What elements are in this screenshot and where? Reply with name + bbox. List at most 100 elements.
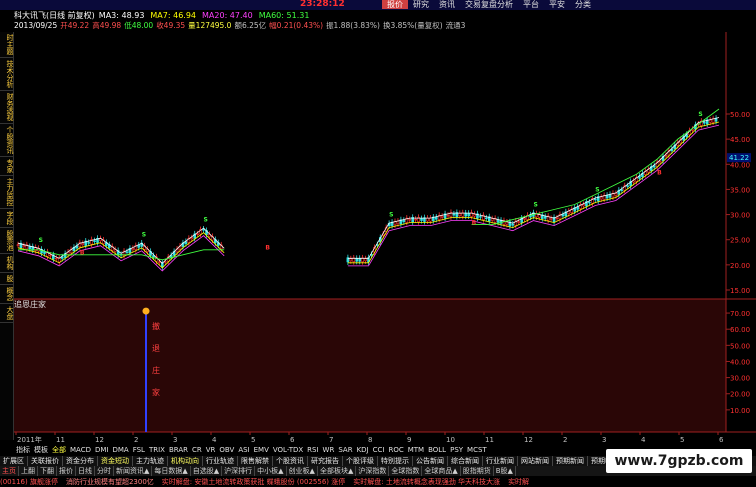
indicator-tab-4[interactable]: DMI bbox=[93, 446, 111, 455]
left-tab-11[interactable]: 大盘 bbox=[0, 304, 14, 323]
left-tab-5[interactable]: 主力监控 bbox=[0, 176, 14, 209]
nav-tab-6[interactable]: 新闻资讯▲ bbox=[114, 466, 153, 476]
left-tab-6[interactable]: 字段 bbox=[0, 209, 14, 228]
news-item-4[interactable]: 实时解 bbox=[508, 478, 529, 486]
indicator-tab-5[interactable]: DMA bbox=[110, 446, 130, 455]
lower-tick-label: 70.00 bbox=[730, 310, 750, 318]
nav-tab-3[interactable]: 报价 bbox=[57, 466, 76, 476]
nav-tab-15[interactable]: 全球商品▲ bbox=[422, 466, 461, 476]
nav-tab-8[interactable]: 自选股▲ bbox=[191, 466, 223, 476]
nav-tab-16[interactable]: 股指期货 bbox=[461, 466, 494, 476]
menu-item-6[interactable]: 分类 bbox=[570, 0, 596, 9]
ohlc-item-2: 高49.98 bbox=[92, 21, 122, 30]
func-item-5[interactable]: 机构动向 bbox=[168, 456, 203, 466]
indicator-tab-10[interactable]: VR bbox=[204, 446, 218, 455]
left-tab-2[interactable]: 财务透视 bbox=[0, 91, 14, 124]
nav-tab-9[interactable]: 沪深排行 bbox=[222, 466, 256, 476]
candle-body bbox=[620, 189, 624, 191]
menu-item-0[interactable]: 报价 bbox=[382, 0, 408, 9]
nav-tab-13[interactable]: 沪深指数 bbox=[356, 466, 390, 476]
news-item-1[interactable]: 消防行业规模有望超2300亿 bbox=[66, 478, 154, 486]
left-tab-10[interactable]: 概念 bbox=[0, 285, 14, 304]
nav-tab-1[interactable]: 上翻 bbox=[19, 466, 38, 476]
indicator-tab-0[interactable]: 指标 bbox=[14, 446, 32, 455]
kline-chart[interactable]: 50.00 45.00 40.00 35.00 30.00 25.00 20.00 15.00… bbox=[14, 32, 756, 444]
indicator-tab-6[interactable]: FSL bbox=[131, 446, 147, 455]
left-tab-0[interactable]: 时主题 bbox=[0, 32, 14, 58]
indicator-tab-1[interactable]: 模板 bbox=[32, 446, 50, 455]
indicator-tab-2[interactable]: 全部 bbox=[50, 446, 68, 455]
nav-tab-12[interactable]: 全部板块▲ bbox=[318, 466, 357, 476]
news-item-2[interactable]: 实时解盘: 安徽土地流转政策获批 蝶蛾股份 (002556) 涨停 bbox=[162, 478, 345, 486]
menu-item-5[interactable]: 平安 bbox=[544, 0, 570, 9]
left-tab-1[interactable]: 技术分析 bbox=[0, 58, 14, 91]
candle-body bbox=[414, 218, 417, 221]
indicator-tab-17[interactable]: SAR bbox=[336, 446, 354, 455]
func-item-11[interactable]: 特别提示 bbox=[378, 456, 413, 466]
time-tick-label: 5 bbox=[680, 436, 684, 444]
indicator-tab-21[interactable]: MTM bbox=[406, 446, 426, 455]
indicator-tab-19[interactable]: CCI bbox=[371, 446, 387, 455]
indicator-tab-3[interactable]: MACD bbox=[68, 446, 93, 455]
candle-body bbox=[131, 248, 135, 251]
ma-label-0: MA3: 48.93 bbox=[98, 11, 145, 20]
candle-body bbox=[440, 215, 444, 218]
indicator-tab-12[interactable]: ASI bbox=[236, 446, 251, 455]
indicator-tab-18[interactable]: KDJ bbox=[355, 446, 371, 455]
left-tab-3[interactable]: 个股资讯 bbox=[0, 124, 14, 157]
candle-body bbox=[479, 216, 482, 218]
indicator-tab-16[interactable]: WR bbox=[321, 446, 337, 455]
nav-tab-11[interactable]: 创业板▲ bbox=[287, 466, 318, 476]
func-item-10[interactable]: 个股评级 bbox=[343, 456, 378, 466]
indicator-tab-7[interactable]: TRIX bbox=[147, 446, 167, 455]
nav-tab-14[interactable]: 全球指数 bbox=[389, 466, 423, 476]
left-tab-9[interactable]: 股 bbox=[0, 273, 14, 285]
func-item-4[interactable]: 主力轨迹 bbox=[133, 456, 168, 466]
func-item-2[interactable]: 资金分布 bbox=[63, 456, 98, 466]
left-tab-8[interactable]: 机构 bbox=[0, 254, 14, 273]
price-tick-label: 50.00 bbox=[730, 111, 750, 119]
price-tick-label: 25.00 bbox=[730, 237, 750, 245]
func-item-12[interactable]: 公告新闻 bbox=[413, 456, 448, 466]
nav-tab-7[interactable]: 每日数据▲ bbox=[152, 466, 191, 476]
indicator-tab-13[interactable]: EMV bbox=[252, 446, 271, 455]
menu-item-1[interactable]: 研究 bbox=[408, 0, 434, 9]
menu-item-3[interactable]: 交易复盘分析 bbox=[460, 0, 518, 9]
indicator-tab-14[interactable]: VOL-TDX bbox=[271, 446, 305, 455]
candle-body bbox=[549, 218, 553, 220]
func-item-16[interactable]: 预期新闻 bbox=[553, 456, 588, 466]
func-item-9[interactable]: 研究报告 bbox=[308, 456, 343, 466]
left-tab-7[interactable]: 股票池 bbox=[0, 228, 14, 254]
func-item-8[interactable]: 个股资讯 bbox=[273, 456, 308, 466]
nav-tab-4[interactable]: 日线 bbox=[76, 466, 95, 476]
indicator-tab-23[interactable]: PSY bbox=[448, 446, 465, 455]
candle-body bbox=[458, 213, 462, 217]
nav-tab-10[interactable]: 中小板▲ bbox=[255, 466, 287, 476]
func-item-3[interactable]: 资金短动 bbox=[98, 456, 133, 466]
indicator-tab-22[interactable]: BOLL bbox=[426, 446, 448, 455]
indicator-tab-24[interactable]: MCST bbox=[465, 446, 489, 455]
indicator-tab-15[interactable]: RSI bbox=[305, 446, 320, 455]
func-item-6[interactable]: 行业轨迹 bbox=[203, 456, 238, 466]
nav-tab-17[interactable]: B股▲ bbox=[494, 466, 516, 476]
func-item-14[interactable]: 行业新闻 bbox=[483, 456, 518, 466]
func-item-7[interactable]: 限售解禁 bbox=[238, 456, 273, 466]
left-tab-4[interactable]: 专家 bbox=[0, 157, 14, 176]
indicator-tab-20[interactable]: ROC bbox=[386, 446, 405, 455]
menu-item-2[interactable]: 资讯 bbox=[434, 0, 460, 9]
indicator-tab-9[interactable]: CR bbox=[190, 446, 204, 455]
time-tick-label: 3 bbox=[602, 436, 606, 444]
lower-tick-label: 50.00 bbox=[730, 342, 750, 350]
func-item-13[interactable]: 综合新闻 bbox=[448, 456, 483, 466]
func-item-15[interactable]: 网站新闻 bbox=[518, 456, 553, 466]
nav-tab-5[interactable]: 分时 bbox=[95, 466, 114, 476]
nav-tab-2[interactable]: 下翻 bbox=[38, 466, 57, 476]
news-item-0[interactable]: (00116) 旗舰涨停 bbox=[0, 478, 58, 486]
indicator-tab-8[interactable]: BRAR bbox=[167, 446, 190, 455]
news-item-3[interactable]: 实时解盘: 土地流转概念表现强劲 华天科技大涨 bbox=[353, 478, 500, 486]
nav-tab-0[interactable]: 主页 bbox=[0, 466, 19, 476]
menu-item-4[interactable]: 平台 bbox=[518, 0, 544, 9]
indicator-tab-11[interactable]: OBV bbox=[217, 446, 236, 455]
func-item-0[interactable]: 扩展区 bbox=[0, 456, 28, 466]
func-item-1[interactable]: 关联报价 bbox=[28, 456, 63, 466]
